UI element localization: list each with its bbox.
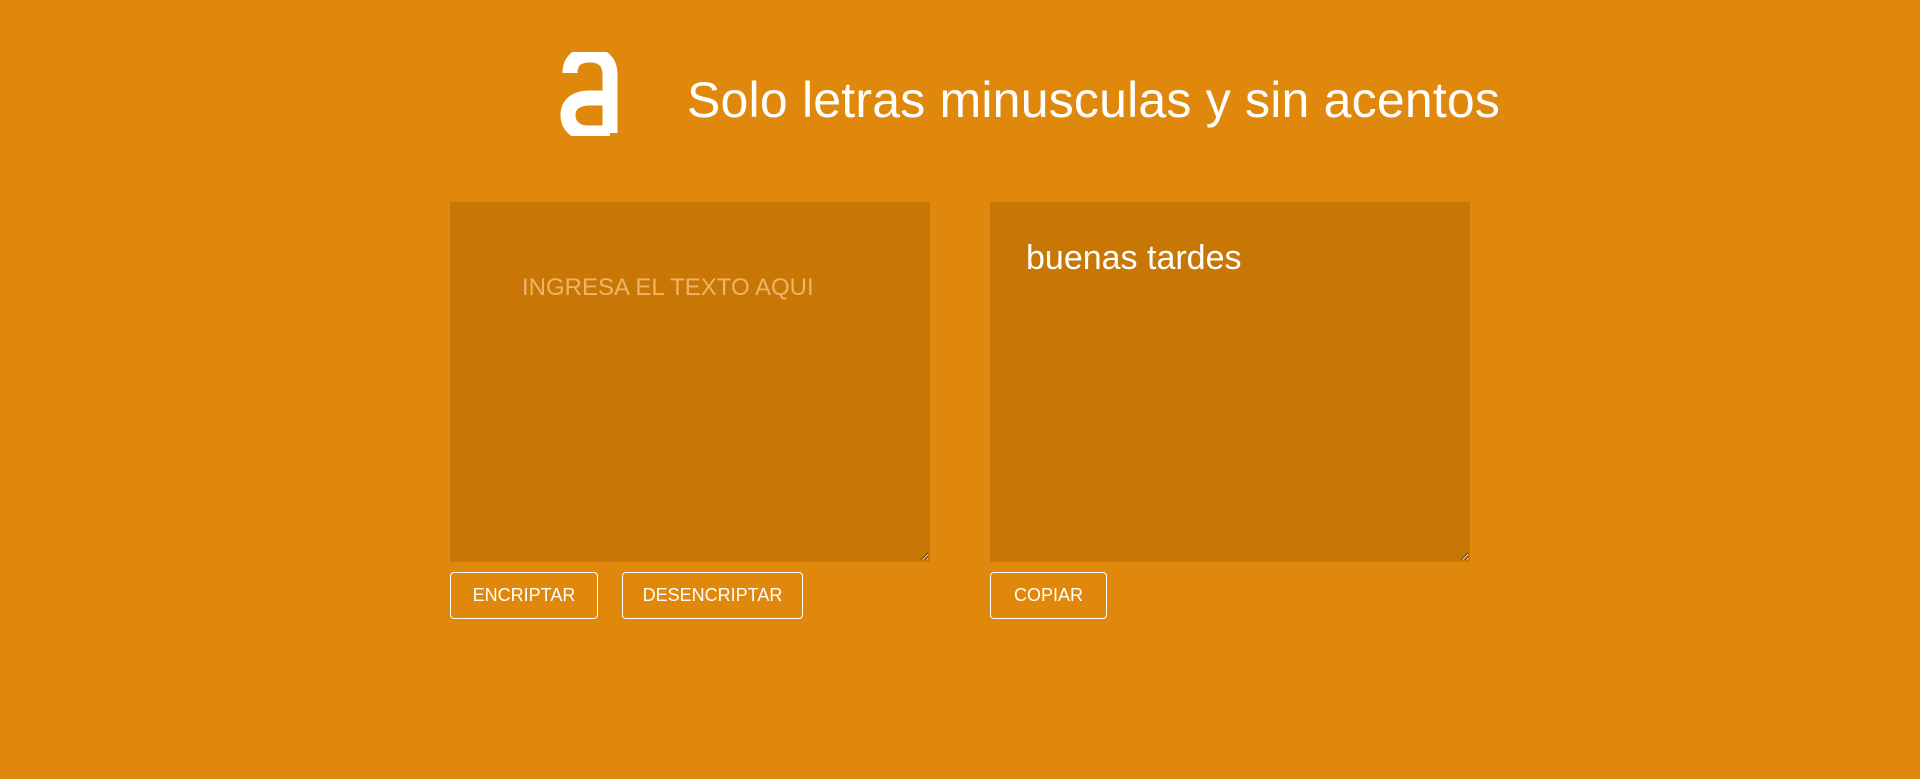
encrypt-button[interactable]: ENCRIPTAR xyxy=(450,572,598,619)
input-panel xyxy=(450,202,930,562)
header: Solo letras minusculas y sin acentos xyxy=(0,52,1920,142)
decrypt-button[interactable]: DESENCRIPTAR xyxy=(622,572,803,619)
output-textarea[interactable]: buenas tardes xyxy=(990,202,1470,562)
page-title: Solo letras minusculas y sin acentos xyxy=(687,72,1501,128)
input-textarea[interactable] xyxy=(450,202,930,562)
output-panel: buenas tardes xyxy=(990,202,1470,562)
page: Solo letras minusculas y sin acentos bue… xyxy=(0,0,1920,779)
copy-button[interactable]: COPIAR xyxy=(990,572,1107,619)
alura-a-logo-icon xyxy=(560,52,618,136)
